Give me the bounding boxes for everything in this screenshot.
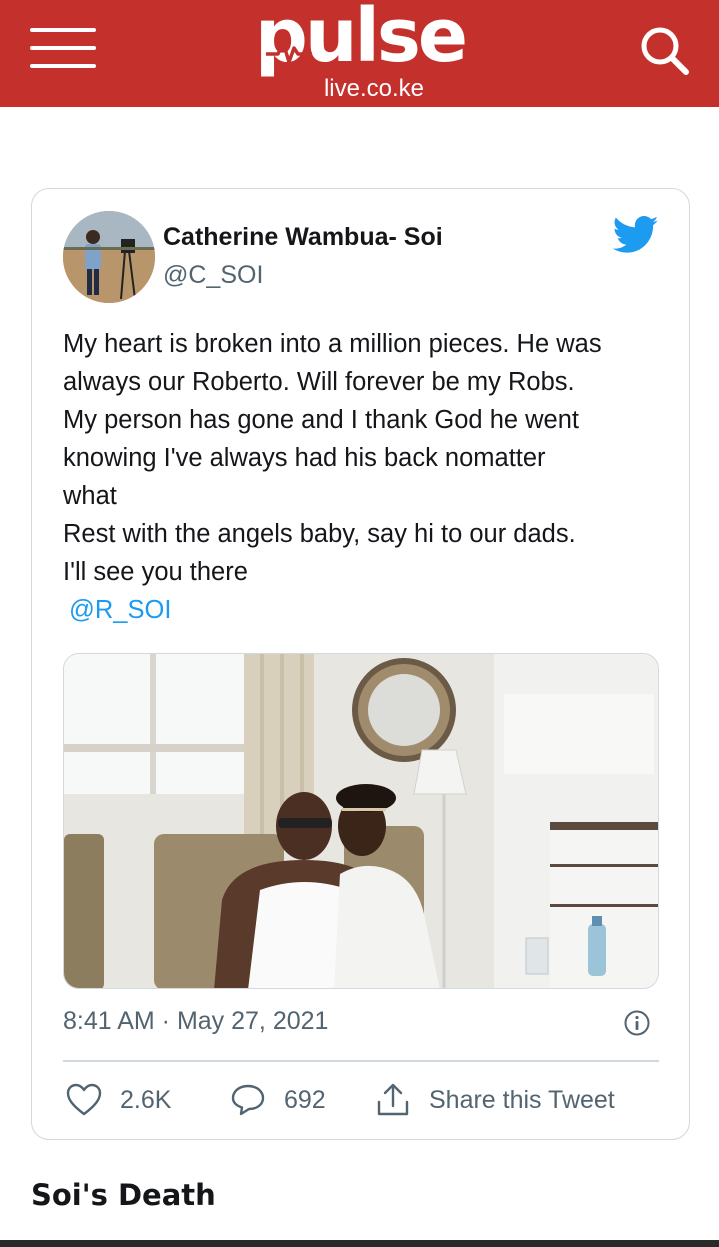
author-name[interactable]: Catherine Wambua- Soi [163,223,443,252]
tweet-text-line: I'll see you there [63,558,248,586]
tweet-text-line: Rest with the angels baby, say hi to our… [63,520,576,548]
site-header: pulse live.co.ke [0,0,719,107]
like-button[interactable]: 2.6K [66,1082,171,1118]
author-handle[interactable]: @C_SOI [163,261,263,290]
reply-count: 692 [284,1085,326,1114]
reply-bubble-icon [231,1084,265,1116]
logo-domain: live.co.ke [323,75,425,102]
hamburger-menu-icon[interactable] [30,28,96,68]
tweet-text: My heart is broken into a million pieces… [63,325,663,629]
tweet-text-line: knowing I've always had his back nomatte… [63,444,546,472]
like-count: 2.6K [120,1085,172,1114]
section-heading: Soi's Death [31,1178,216,1212]
divider [63,1060,659,1062]
tweet-text-line: My person has gone and I thank God he we… [63,406,580,434]
share-tweet-button[interactable]: Share this Tweet [375,1082,615,1118]
author-avatar[interactable] [63,211,155,303]
bottom-bar [0,1240,719,1247]
tweet-text-line: always our Roberto. Will forever be my R… [63,368,575,396]
search-icon[interactable] [634,22,694,78]
tweet-timestamp[interactable]: 8:41 AM · May 27, 2021 [63,1007,328,1036]
heart-icon [66,1083,102,1116]
tweet-text-line: what [63,482,117,510]
info-icon[interactable] [623,1009,651,1037]
mention-link[interactable]: @R_SOI [69,591,663,629]
share-icon [377,1083,409,1116]
reply-button[interactable]: 692 [230,1082,326,1118]
embedded-tweet[interactable]: Catherine Wambua- Soi @C_SOI My heart is… [31,188,690,1140]
share-label: Share this Tweet [429,1085,615,1114]
site-logo[interactable]: pulse live.co.ke [252,0,468,104]
pulse-line-icon [266,40,312,64]
tweet-text-line: My heart is broken into a million pieces… [63,330,602,358]
tweet-photo[interactable] [63,653,659,989]
twitter-bird-icon[interactable] [613,215,659,255]
